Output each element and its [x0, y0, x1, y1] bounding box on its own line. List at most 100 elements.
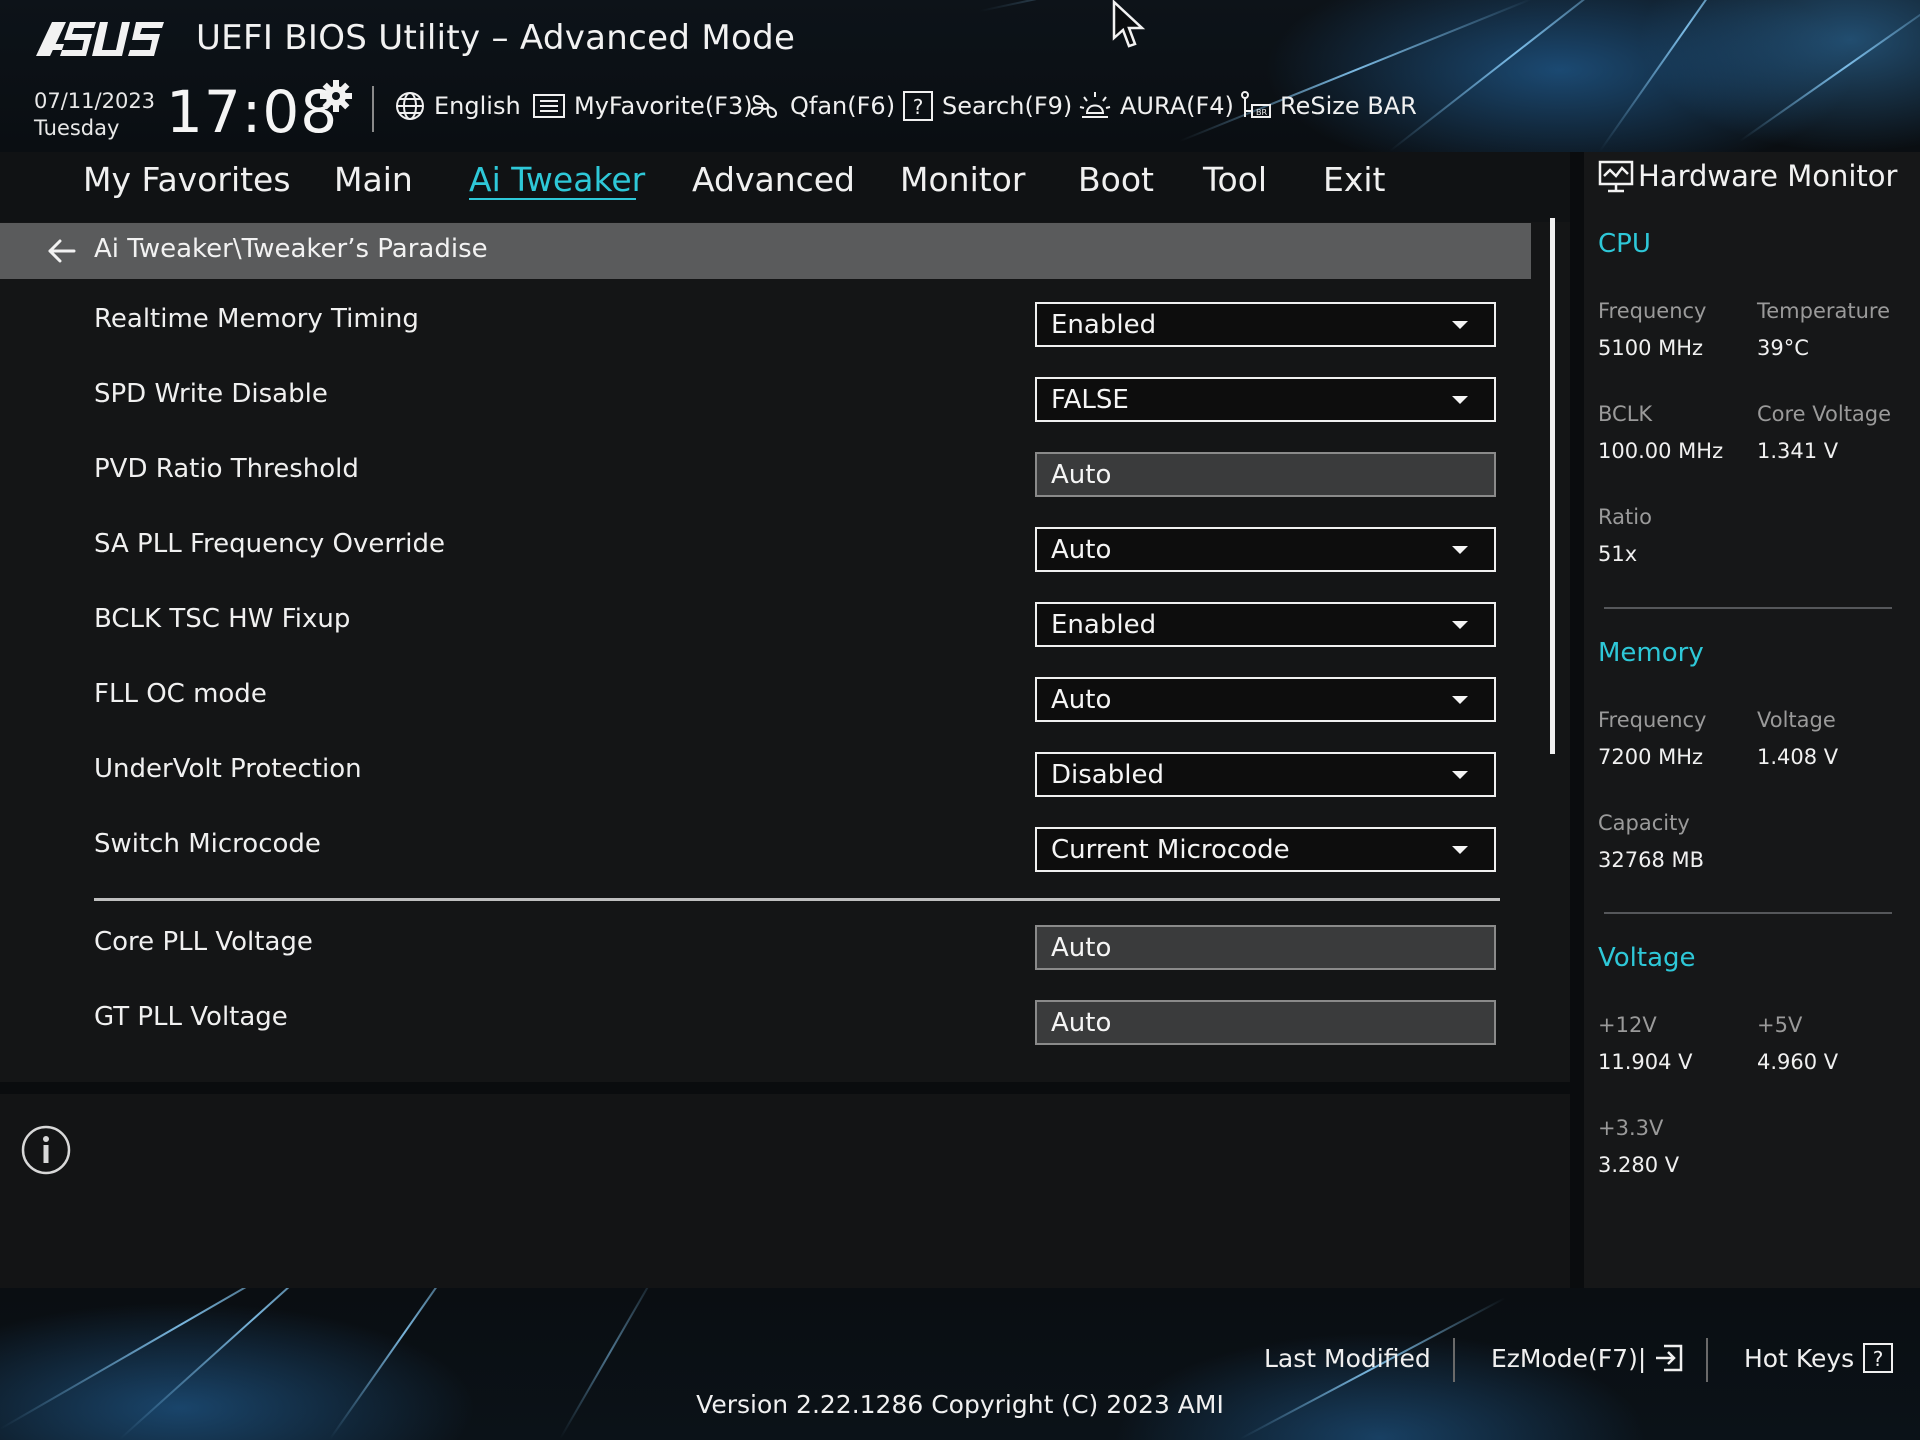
clock-display[interactable]: 17:08: [166, 78, 338, 146]
setting-label-realtime-memory-timing: Realtime Memory Timing: [94, 304, 419, 334]
chevron-down-icon: [1452, 321, 1468, 329]
qfan-button[interactable]: Qfan(F6): [748, 86, 895, 126]
fll-oc-mode-dropdown[interactable]: Auto: [1035, 677, 1496, 722]
field-value: Auto: [1051, 932, 1112, 963]
myfavorite-label: MyFavorite(F3): [574, 92, 753, 120]
tab-monitor[interactable]: Monitor: [900, 160, 1025, 199]
hw-section-memory: Memory: [1598, 638, 1704, 668]
voltage-3v3-label: +3.3V: [1598, 1116, 1664, 1140]
tab-exit[interactable]: Exit: [1323, 160, 1386, 199]
setting-label-pvd-ratio-threshold: PVD Ratio Threshold: [94, 454, 359, 484]
undervolt-protection-dropdown[interactable]: Disabled: [1035, 752, 1496, 797]
setting-label-core-pll-voltage: Core PLL Voltage: [94, 927, 313, 957]
tab-main[interactable]: Main: [334, 160, 413, 199]
gear-icon[interactable]: [318, 78, 354, 114]
tab-tool[interactable]: Tool: [1203, 160, 1267, 199]
asus-logo: [36, 22, 164, 56]
tab-advanced[interactable]: Advanced: [692, 160, 855, 199]
cpu-frequency-value: 5100 MHz: [1598, 336, 1704, 360]
core-pll-voltage-field[interactable]: Auto: [1035, 925, 1496, 970]
ezmode-label: EzMode(F7)|: [1491, 1343, 1647, 1373]
monitor-icon: [1598, 160, 1634, 193]
header-divider: [372, 86, 374, 132]
language-button[interactable]: English: [394, 86, 521, 126]
search-label: Search(F9): [942, 92, 1073, 120]
section-divider: [94, 898, 1500, 901]
bclk-tsc-hw-fixup-dropdown[interactable]: Enabled: [1035, 602, 1496, 647]
chevron-down-icon: [1452, 546, 1468, 554]
aura-label: AURA(F4): [1120, 92, 1234, 120]
voltage-12v-value: 11.904 V: [1598, 1050, 1693, 1074]
voltage-5v-value: 4.960 V: [1757, 1050, 1839, 1074]
cpu-core-voltage-value: 1.341 V: [1757, 439, 1839, 463]
hw-divider: [1604, 607, 1892, 609]
setting-label-undervolt-protection: UnderVolt Protection: [94, 754, 362, 784]
pvd-ratio-threshold-field[interactable]: Auto: [1035, 452, 1496, 497]
search-help-icon: ?: [903, 91, 933, 121]
last-modified-label: Last Modified: [1264, 1343, 1431, 1373]
dropdown-value: Auto: [1051, 684, 1112, 715]
fan-icon: [750, 95, 778, 119]
field-value: Auto: [1051, 1007, 1112, 1038]
setting-label-fll-oc-mode: FLL OC mode: [94, 679, 267, 709]
favorite-list-icon: [533, 94, 565, 118]
resize-bar-label: ReSize BAR: [1280, 92, 1417, 120]
cpu-ratio-label: Ratio: [1598, 505, 1652, 529]
svg-text:?: ?: [913, 95, 924, 119]
active-tab-underline: [469, 198, 636, 200]
search-button[interactable]: ? Search(F9): [902, 86, 1072, 126]
gt-pll-voltage-field[interactable]: Auto: [1035, 1000, 1496, 1045]
dropdown-value: Enabled: [1051, 609, 1157, 640]
hw-divider: [1604, 912, 1892, 914]
ezmode-button[interactable]: EzMode(F7)|: [1491, 1340, 1684, 1376]
chevron-down-icon: [1452, 696, 1468, 704]
cpu-ratio-value: 51x: [1598, 542, 1638, 566]
chevron-down-icon: [1452, 621, 1468, 629]
aura-button[interactable]: AURA(F4): [1078, 86, 1234, 126]
setting-label-gt-pll-voltage: GT PLL Voltage: [94, 1002, 288, 1032]
memory-voltage-value: 1.408 V: [1757, 745, 1839, 769]
setting-label-switch-microcode: Switch Microcode: [94, 829, 321, 859]
chevron-down-icon: [1452, 771, 1468, 779]
language-label: English: [434, 92, 521, 120]
hot-keys-button[interactable]: Hot Keys ?: [1744, 1340, 1894, 1376]
back-arrow-icon[interactable]: [46, 238, 76, 264]
voltage-12v-label: +12V: [1598, 1013, 1657, 1037]
version-info: Version 2.22.1286 Copyright (C) 2023 AMI: [696, 1390, 1224, 1419]
voltage-5v-label: +5V: [1757, 1013, 1803, 1037]
cpu-temperature-label: Temperature: [1757, 299, 1891, 323]
memory-voltage-label: Voltage: [1757, 708, 1836, 732]
dropdown-value: FALSE: [1051, 384, 1129, 415]
scrollbar[interactable]: [1550, 218, 1555, 754]
tab-my-favorites[interactable]: My Favorites: [83, 160, 291, 199]
tab-boot[interactable]: Boot: [1078, 160, 1154, 199]
field-value: Auto: [1051, 459, 1112, 490]
myfavorite-button[interactable]: MyFavorite(F3): [532, 86, 753, 126]
setting-label-spd-write-disable: SPD Write Disable: [94, 379, 328, 409]
tab-ai-tweaker[interactable]: Ai Tweaker: [469, 160, 645, 199]
memory-frequency-value: 7200 MHz: [1598, 745, 1704, 769]
switch-microcode-dropdown[interactable]: Current Microcode: [1035, 827, 1496, 872]
chevron-down-icon: [1452, 846, 1468, 854]
realtime-memory-timing-dropdown[interactable]: Enabled: [1035, 302, 1496, 347]
dropdown-value: Disabled: [1051, 759, 1164, 790]
hardware-monitor-title: Hardware Monitor: [1638, 159, 1898, 193]
setting-label-sa-pll-frequency-override: SA PLL Frequency Override: [94, 529, 446, 559]
dropdown-value: Current Microcode: [1051, 834, 1290, 865]
dropdown-value: Auto: [1051, 534, 1112, 565]
breadcrumb: Ai Tweaker\Tweaker’s Paradise: [94, 234, 488, 264]
help-question-icon: ?: [1863, 1343, 1894, 1373]
aura-light-icon: [1079, 92, 1111, 118]
hw-section-cpu: CPU: [1598, 229, 1651, 259]
resize-bar-button[interactable]: BR ReSize BAR: [1238, 86, 1417, 126]
spd-write-disable-dropdown[interactable]: FALSE: [1035, 377, 1496, 422]
last-modified-button[interactable]: Last Modified: [1264, 1340, 1431, 1376]
sa-pll-frequency-override-dropdown[interactable]: Auto: [1035, 527, 1496, 572]
cpu-frequency-label: Frequency: [1598, 299, 1707, 323]
memory-capacity-label: Capacity: [1598, 811, 1690, 835]
cpu-temperature-value: 39°C: [1757, 336, 1809, 360]
help-info-panel: [0, 1094, 1570, 1288]
memory-capacity-value: 32768 MB: [1598, 848, 1705, 872]
setting-label-bclk-tsc-hw-fixup: BCLK TSC HW Fixup: [94, 604, 351, 634]
day-display: Tuesday: [34, 116, 120, 140]
